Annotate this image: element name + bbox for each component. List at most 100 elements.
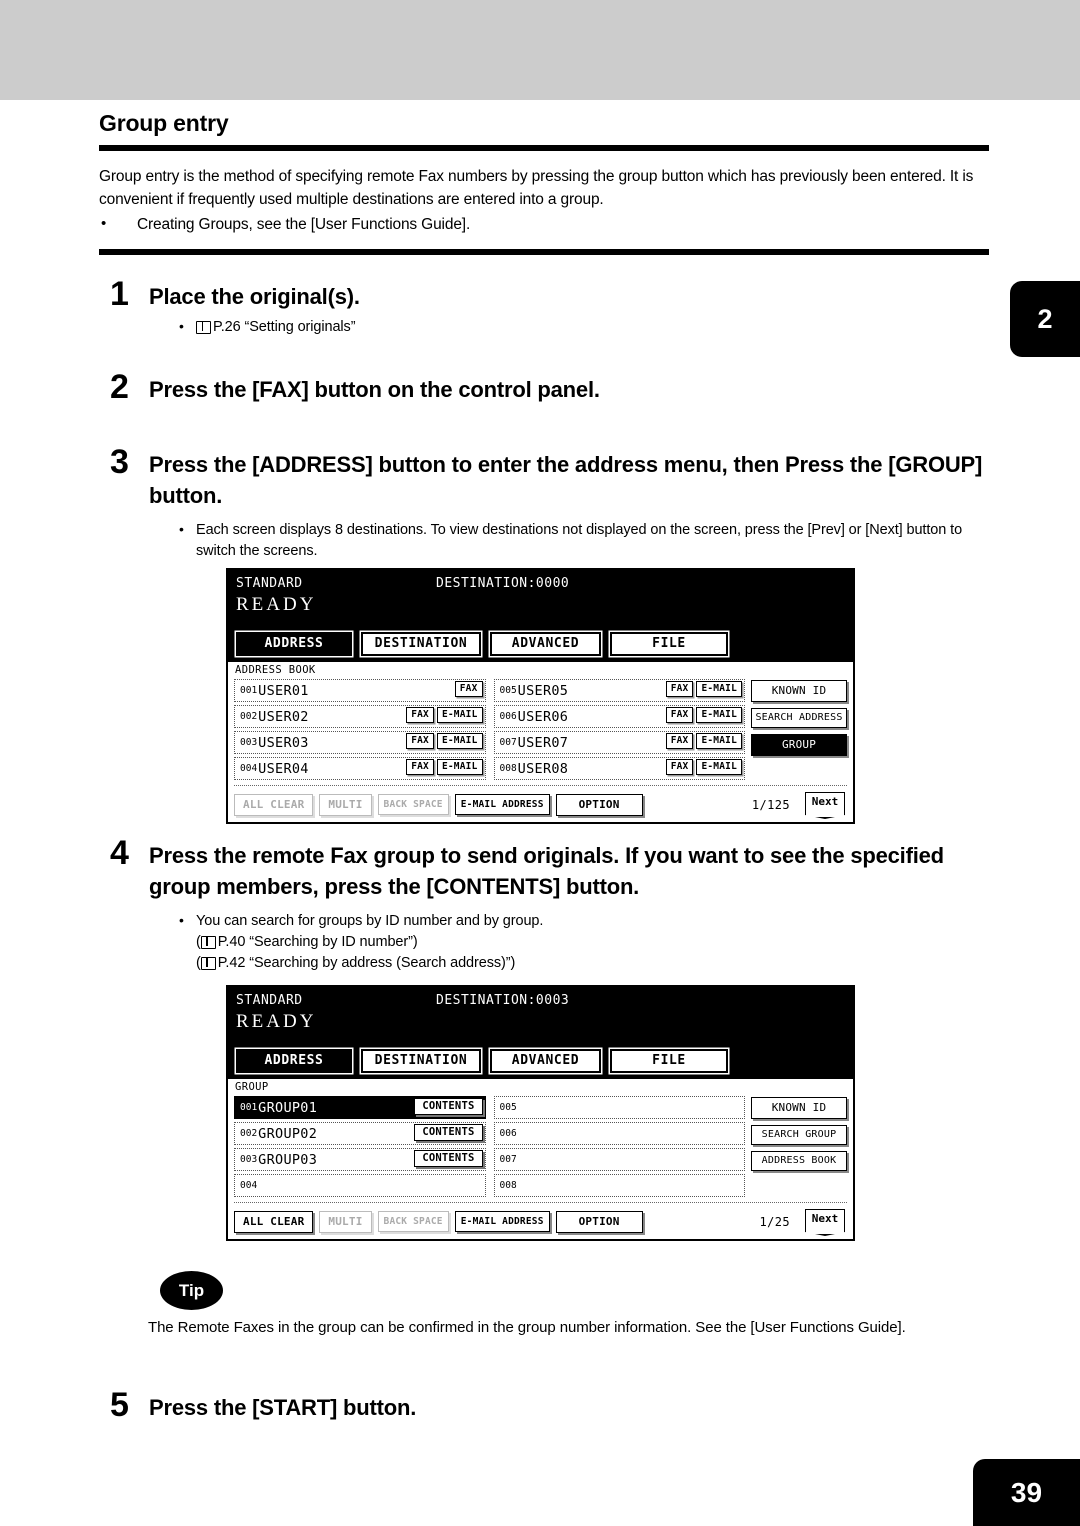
group-button[interactable]: GROUP xyxy=(751,734,847,756)
step-2: 2 Press the [FAX] button on the control … xyxy=(99,370,989,405)
entry-number: 008 xyxy=(499,763,517,774)
lcd1-status-row: STANDARD DESTINATION:0000 xyxy=(236,576,845,591)
fax-button[interactable]: FAX xyxy=(454,681,483,697)
fax-button[interactable]: FAX xyxy=(406,759,434,775)
lcd1-entry-003[interactable]: 003 USER03 FAX E-MAIL xyxy=(234,731,486,754)
lcd2-entry-005[interactable]: 005 xyxy=(493,1096,745,1119)
multi-button[interactable]: MULTI xyxy=(319,793,372,816)
lcd1-tab-address[interactable]: ADDRESS xyxy=(236,632,352,656)
contents-button[interactable]: CONTENTS xyxy=(414,1124,483,1141)
email-address-button[interactable]: E-MAIL ADDRESS xyxy=(454,1211,550,1232)
search-group-button[interactable]: SEARCH GROUP xyxy=(751,1125,847,1145)
back-space-button[interactable]: BACK SPACE xyxy=(377,794,449,815)
step-1: 1 Place the original(s). P.26 “Setting o… xyxy=(99,277,989,338)
step-3-subnotes: Each screen displays 8 destinations. To … xyxy=(149,519,989,562)
lcd2-entry-007[interactable]: 007 xyxy=(493,1148,745,1171)
lcd1-header: STANDARD DESTINATION:0000 READY xyxy=(228,570,853,632)
next-button[interactable]: Next xyxy=(805,1209,845,1236)
multi-button[interactable]: MULTI xyxy=(319,1210,372,1233)
tip-text: The Remote Faxes in the group can be con… xyxy=(148,1319,906,1336)
lcd-screenshot-group: STANDARD DESTINATION:0003 READY ADDRESS … xyxy=(226,985,855,1241)
lcd1-entry-006[interactable]: 006 USER06 FAX E-MAIL xyxy=(493,705,745,728)
step-4-note: You can search for groups by ID number a… xyxy=(179,910,989,932)
back-space-button[interactable]: BACK SPACE xyxy=(377,1211,449,1232)
intro-paragraph: Group entry is the method of specifying … xyxy=(99,168,974,208)
entry-actions: FAX E-MAIL xyxy=(406,759,483,775)
lcd1-entry-002[interactable]: 002 USER02 FAX E-MAIL xyxy=(234,705,486,728)
lcd1-entry-004[interactable]: 004 USER04 FAX E-MAIL xyxy=(234,757,486,780)
entry-actions: FAX E-MAIL xyxy=(406,707,483,723)
lcd2-tab-bar: ADDRESS DESTINATION ADVANCED FILE xyxy=(228,1049,853,1079)
email-button[interactable]: E-MAIL xyxy=(436,759,483,775)
contents-button[interactable]: CONTENTS xyxy=(414,1150,483,1167)
entry-name: USER03 xyxy=(258,734,309,751)
lcd2-entry-columns: 001 GROUP01 CONTENTS 002 GROUP02 CONTENT… xyxy=(234,1096,745,1197)
option-button[interactable]: OPTION xyxy=(555,1210,643,1233)
lcd1-entry-007[interactable]: 007 USER07 FAX E-MAIL xyxy=(493,731,745,754)
lcd2-tab-advanced[interactable]: ADVANCED xyxy=(490,1049,601,1073)
page-header-band xyxy=(0,0,1080,100)
step-5: 5 Press the [START] button. xyxy=(99,1388,989,1423)
step-4: 4 Press the remote Fax group to send ori… xyxy=(99,836,989,974)
next-button-tail xyxy=(805,810,845,819)
known-id-button[interactable]: KNOWN ID xyxy=(751,1097,847,1119)
lcd2-tab-file[interactable]: FILE xyxy=(610,1049,728,1073)
email-button[interactable]: E-MAIL xyxy=(696,733,742,749)
lcd2-entry-003[interactable]: 003 GROUP03 CONTENTS xyxy=(234,1148,486,1171)
email-address-button[interactable]: E-MAIL ADDRESS xyxy=(454,794,550,815)
step-4-reference-2-text: P.42 “Searching by address (Search addre… xyxy=(217,955,511,971)
email-button[interactable]: E-MAIL xyxy=(436,733,483,749)
entry-actions: CONTENTS xyxy=(414,1150,483,1167)
entry-name: USER06 xyxy=(517,708,569,725)
lcd2-tab-destination[interactable]: DESTINATION xyxy=(361,1049,481,1073)
lcd1-tab-file[interactable]: FILE xyxy=(610,632,728,656)
lcd2-entry-001[interactable]: 001 GROUP01 CONTENTS xyxy=(234,1096,486,1119)
search-address-button[interactable]: SEARCH ADDRESS xyxy=(751,708,847,728)
lcd1-side-buttons: KNOWN ID SEARCH ADDRESS GROUP xyxy=(751,679,847,780)
lcd1-tab-advanced[interactable]: ADVANCED xyxy=(490,632,601,656)
step-3-number: 3 xyxy=(110,443,129,481)
fax-button[interactable]: FAX xyxy=(665,733,694,749)
email-button[interactable]: E-MAIL xyxy=(696,759,742,775)
email-button[interactable]: E-MAIL xyxy=(696,681,742,697)
entry-actions: CONTENTS xyxy=(414,1098,483,1115)
lcd1-tab-destination[interactable]: DESTINATION xyxy=(361,632,481,656)
entry-name: USER02 xyxy=(258,708,309,725)
contents-button[interactable]: CONTENTS xyxy=(414,1098,483,1115)
entry-number: 007 xyxy=(499,737,517,748)
email-button[interactable]: E-MAIL xyxy=(696,707,742,723)
lcd2-entry-006[interactable]: 006 xyxy=(493,1122,745,1145)
lcd2-entry-002[interactable]: 002 GROUP02 CONTENTS xyxy=(234,1122,486,1145)
lcd2-tab-address[interactable]: ADDRESS xyxy=(236,1049,352,1073)
fax-button[interactable]: FAX xyxy=(665,707,694,723)
fax-button[interactable]: FAX xyxy=(665,681,694,697)
step-5-number: 5 xyxy=(110,1386,129,1424)
step-3: 3 Press the [ADDRESS] button to enter th… xyxy=(99,445,989,562)
entry-actions: FAX E-MAIL xyxy=(406,733,483,749)
lcd2-entry-004[interactable]: 004 xyxy=(234,1174,486,1197)
chapter-tab: 2 xyxy=(1010,281,1080,357)
email-button[interactable]: E-MAIL xyxy=(436,707,483,723)
lcd1-entry-008[interactable]: 008 USER08 FAX E-MAIL xyxy=(493,757,745,780)
lcd2-entry-008[interactable]: 008 xyxy=(493,1174,745,1197)
all-clear-button[interactable]: ALL CLEAR xyxy=(234,1210,314,1233)
lcd1-entry-005[interactable]: 005 USER05 FAX E-MAIL xyxy=(493,679,745,702)
lcd1-entry-001[interactable]: 001 USER01 FAX xyxy=(234,679,486,702)
fax-button[interactable]: FAX xyxy=(665,759,694,775)
next-button[interactable]: Next xyxy=(805,792,845,819)
lcd2-status-row: STANDARD DESTINATION:0003 xyxy=(236,993,845,1008)
all-clear-button[interactable]: ALL CLEAR xyxy=(234,793,314,816)
option-button[interactable]: OPTION xyxy=(555,793,643,816)
entry-name: USER04 xyxy=(258,760,309,777)
step-2-number: 2 xyxy=(110,368,129,406)
fax-button[interactable]: FAX xyxy=(406,733,434,749)
lcd-screenshot-address-book: STANDARD DESTINATION:0000 READY ADDRESS … xyxy=(226,568,855,824)
entry-name: USER01 xyxy=(258,682,309,699)
lcd2-page-count: 1/25 xyxy=(759,1214,790,1229)
address-book-button[interactable]: ADDRESS BOOK xyxy=(751,1151,847,1171)
step-1-subnotes: P.26 “Setting originals” xyxy=(149,316,989,338)
known-id-button[interactable]: KNOWN ID xyxy=(751,680,847,702)
lcd2-column-right: 005 006 007 008 xyxy=(493,1096,745,1197)
fax-button[interactable]: FAX xyxy=(406,707,434,723)
step-4-reference-1: (P.40 “Searching by ID number”) xyxy=(196,934,418,950)
